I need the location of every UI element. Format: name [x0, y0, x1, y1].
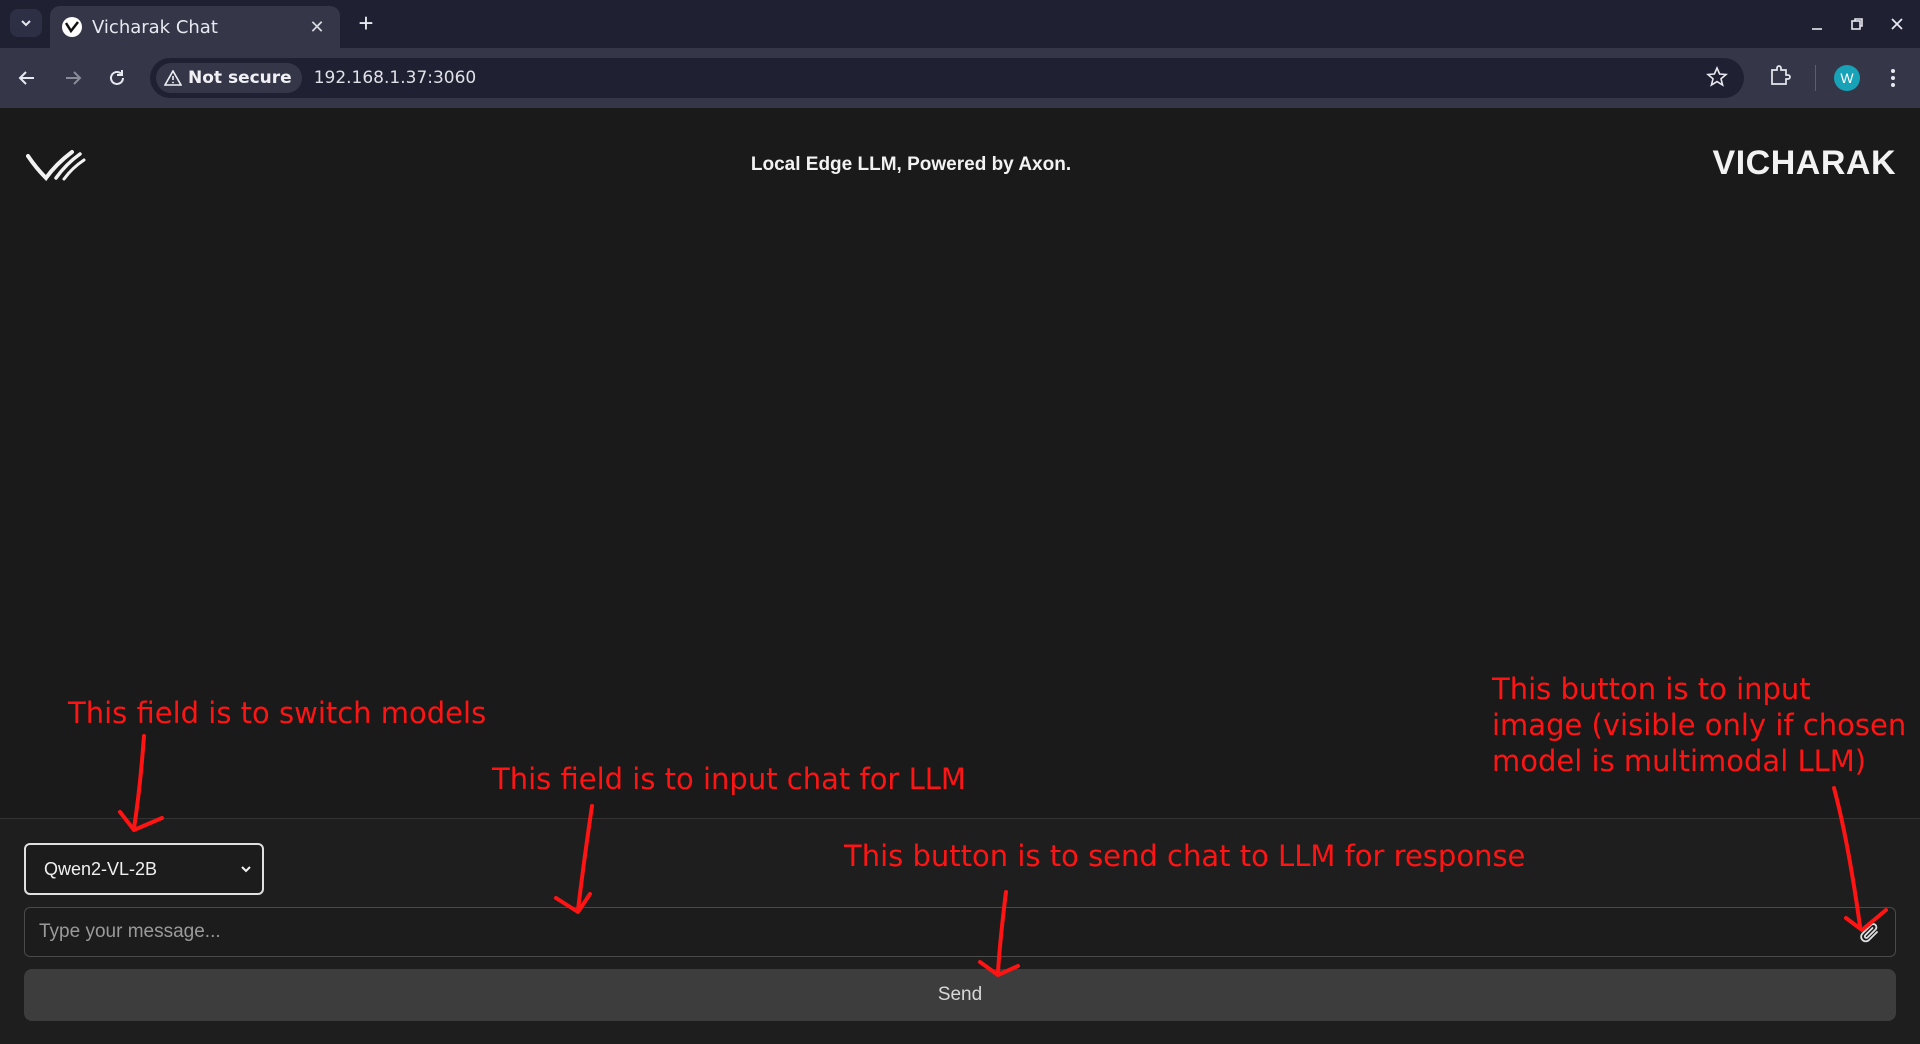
chevron-down-icon [241, 866, 251, 873]
paperclip-icon [1860, 923, 1878, 943]
attach-image-button[interactable] [1855, 919, 1885, 949]
annotation-chat-input: This field is to input chat for LLM [492, 762, 966, 796]
extensions-puzzle-icon[interactable] [1768, 63, 1796, 93]
tab-close-icon[interactable]: ✕ [306, 17, 328, 38]
annotation-image-button-3: model is multimodal LLM) [1492, 744, 1867, 778]
message-input[interactable] [24, 907, 1896, 957]
annotation-image-button-1: This button is to input [1492, 672, 1811, 706]
kebab-menu-icon[interactable] [1880, 63, 1906, 93]
browser-toolbar: Not secure 192.168.1.37:3060 W [0, 48, 1920, 108]
reload-icon[interactable] [102, 63, 132, 93]
annotation-image-button-2: image (visible only if chosen [1492, 708, 1907, 742]
model-select[interactable]: Qwen2-VL-2B [24, 843, 264, 895]
restore-icon[interactable] [1842, 10, 1872, 38]
tab-search-button[interactable] [10, 9, 42, 37]
vicharak-favicon-icon [62, 17, 82, 37]
browser-tab[interactable]: Vicharak Chat ✕ [50, 6, 340, 48]
address-bar[interactable]: Not secure 192.168.1.37:3060 [150, 58, 1744, 98]
browser-tab-bar: Vicharak Chat ✕ + [0, 0, 1920, 48]
forward-arrow-icon[interactable] [58, 63, 88, 93]
tab-title: Vicharak Chat [92, 16, 218, 38]
warning-triangle-icon [164, 70, 182, 86]
chat-app: Local Edge LLM, Powered by Axon. VICHARA… [0, 108, 1920, 1044]
selected-model: Qwen2-VL-2B [44, 858, 158, 879]
brand-name: VICHARAK [1712, 144, 1896, 182]
annotation-model-switch: This field is to switch models [68, 696, 487, 730]
close-window-icon[interactable] [1882, 10, 1912, 38]
toolbar-divider [1815, 65, 1816, 91]
security-label: Not secure [188, 68, 292, 88]
bookmark-star-icon[interactable] [1706, 65, 1730, 90]
security-indicator[interactable]: Not secure [156, 63, 302, 93]
minimize-icon[interactable] [1802, 10, 1832, 38]
back-arrow-icon[interactable] [12, 63, 42, 93]
new-tab-button[interactable]: + [352, 10, 380, 38]
url-text[interactable]: 192.168.1.37:3060 [314, 68, 477, 88]
profile-avatar[interactable]: W [1834, 65, 1860, 91]
chevron-down-icon [21, 20, 31, 27]
send-button[interactable]: Send [24, 969, 1896, 1021]
app-tagline: Local Edge LLM, Powered by Axon. [750, 154, 1072, 175]
annotation-send-button: This button is to send chat to LLM for r… [844, 839, 1526, 873]
